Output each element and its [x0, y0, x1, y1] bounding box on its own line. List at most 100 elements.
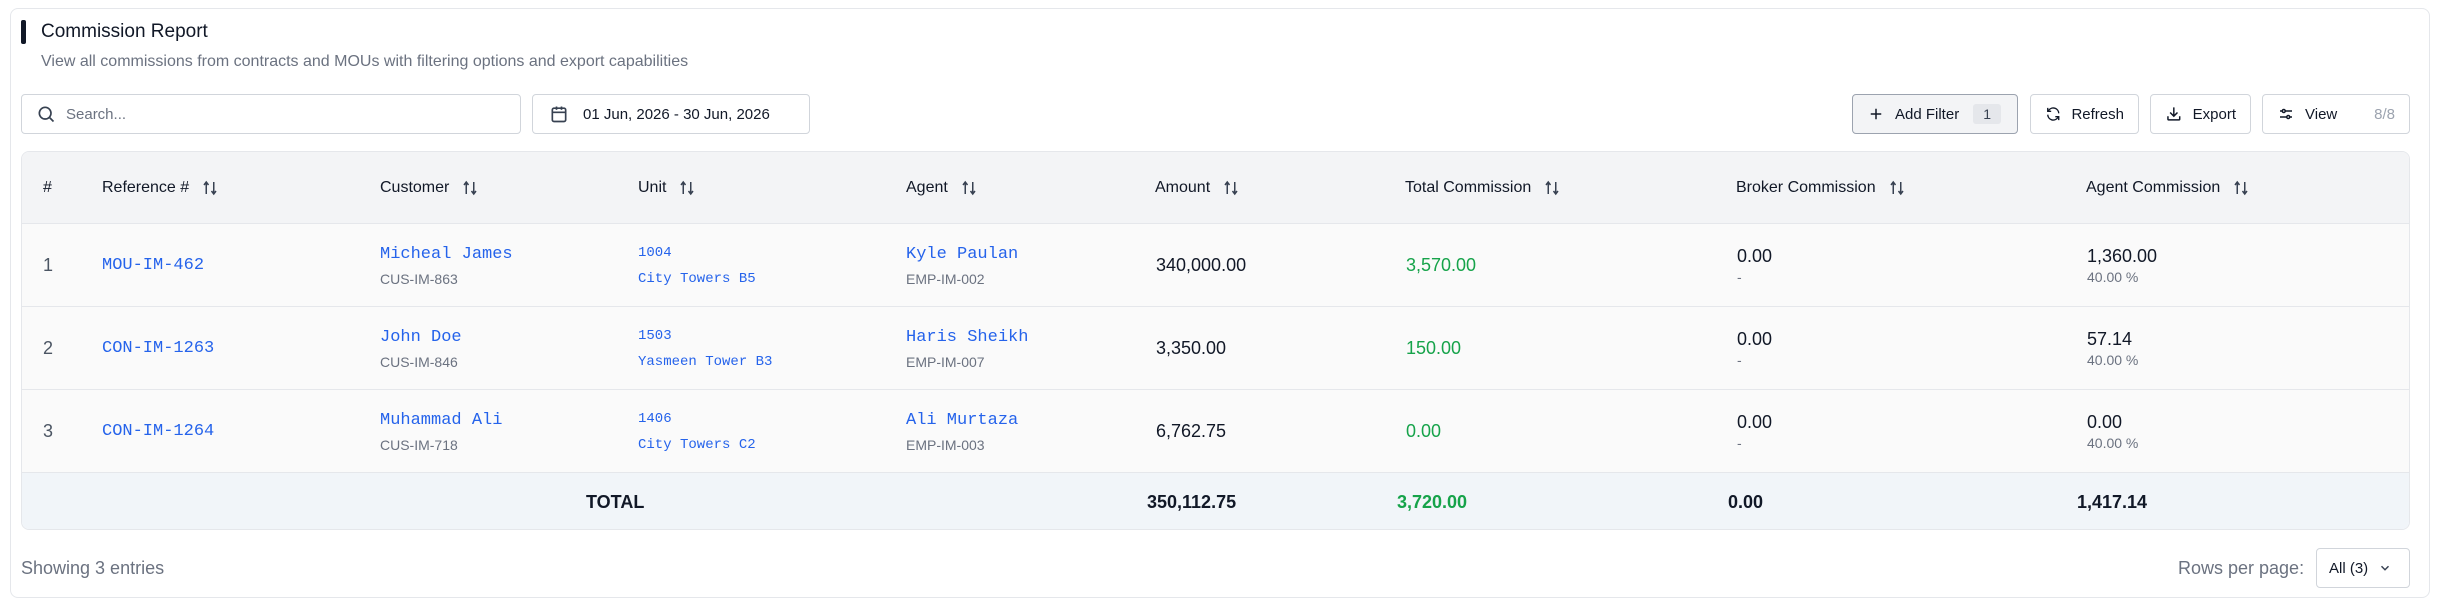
- column-header-label: Total Commission: [1405, 179, 1532, 196]
- totals-label: TOTAL: [586, 491, 645, 512]
- column-header-label: Reference #: [102, 179, 190, 196]
- sort-icon[interactable]: [2232, 179, 2250, 197]
- row-index: 3: [43, 421, 54, 441]
- date-range-picker[interactable]: 01 Jun, 2026 - 30 Jun, 2026: [532, 94, 810, 134]
- column-header-customer[interactable]: Customer: [380, 152, 479, 224]
- rows-per-page-label: Rows per page:: [2178, 558, 2305, 578]
- table-row[interactable]: 3 CON-IM-1264 Muhammad Ali CUS-IM-718 140…: [22, 390, 2409, 473]
- agent-id: EMP-IM-002: [906, 270, 985, 287]
- broker-commission-value: 0.00: [1737, 329, 1773, 349]
- total-commission-value: 150.00: [1406, 338, 1462, 358]
- date-range-label: 01 Jun, 2026 - 30 Jun, 2026: [583, 105, 770, 123]
- sort-icon[interactable]: [1888, 179, 1906, 197]
- column-header-label: Unit: [638, 179, 667, 196]
- page-subtitle: View all commissions from contracts and …: [41, 53, 689, 70]
- sort-icon[interactable]: [1543, 179, 1561, 197]
- agent-commission-percent: 40.00 %: [2087, 435, 2139, 451]
- sort-icon[interactable]: [678, 179, 696, 197]
- sliders-icon: [2280, 108, 2292, 120]
- totals-broker-commission: 0.00: [1728, 491, 1764, 512]
- page-title: Commission Report: [41, 21, 208, 42]
- title-row: Commission Report: [21, 20, 208, 44]
- amount-value: 3,350.00: [1156, 338, 1227, 358]
- unit-building-link[interactable]: City Towers C2: [638, 432, 756, 458]
- chevron-down-icon: [2381, 565, 2390, 571]
- row-index: 1: [43, 255, 54, 275]
- column-header-label: Broker Commission: [1736, 179, 1876, 196]
- unit-building-link[interactable]: City Towers B5: [638, 266, 756, 292]
- download-icon: [2167, 107, 2181, 121]
- rows-per-page-value: All (3): [2329, 559, 2369, 577]
- sort-icon[interactable]: [201, 179, 219, 197]
- search-box[interactable]: [21, 94, 521, 134]
- customer-id: CUS-IM-846: [380, 353, 458, 370]
- refresh-button[interactable]: Refresh: [2030, 94, 2139, 134]
- agent-commission-percent: 40.00 %: [2087, 269, 2139, 285]
- refresh-icon: [2047, 107, 2060, 121]
- column-header-amount[interactable]: Amount: [1155, 152, 1240, 224]
- broker-commission-sub: -: [1737, 435, 1742, 451]
- agent-id: EMP-IM-007: [906, 353, 985, 370]
- totals-row: TOTAL 350,112.75 3,720.00 0.00 1,417.14: [22, 473, 2409, 529]
- column-header-agent-commission[interactable]: Agent Commission: [2086, 152, 2250, 224]
- add-filter-label: Add Filter: [1895, 105, 1960, 123]
- total-commission-value: 3,570.00: [1406, 255, 1477, 275]
- amount-value: 340,000.00: [1156, 255, 1247, 275]
- agent-commission-percent: 40.00 %: [2087, 352, 2139, 368]
- broker-commission-sub: -: [1737, 269, 1742, 285]
- search-icon: [38, 106, 55, 123]
- customer-name-link[interactable]: Micheal James: [380, 245, 513, 264]
- unit-building-link[interactable]: Yasmeen Tower B3: [638, 349, 772, 375]
- table-row[interactable]: 1 MOU-IM-462 Micheal James CUS-IM-863 100…: [22, 224, 2409, 307]
- column-header-total-commission[interactable]: Total Commission: [1405, 152, 1561, 224]
- totals-amount: 350,112.75: [1147, 491, 1237, 512]
- amount-value: 6,762.75: [1156, 421, 1227, 441]
- unit-number-link[interactable]: 1004: [638, 240, 756, 266]
- view-columns-button[interactable]: View 8/8: [2262, 94, 2410, 134]
- title-accent-bar: [21, 20, 26, 44]
- column-header-broker-commission[interactable]: Broker Commission: [1736, 152, 1906, 224]
- unit-number-link[interactable]: 1406: [638, 406, 756, 432]
- agent-commission-value: 0.00: [2087, 412, 2123, 432]
- reference-link[interactable]: CON-IM-1263: [102, 339, 214, 358]
- visible-columns-count: 8/8: [2374, 105, 2395, 123]
- broker-commission-value: 0.00: [1737, 246, 1773, 266]
- sort-icon[interactable]: [461, 179, 479, 197]
- reference-link[interactable]: CON-IM-1264: [102, 422, 214, 441]
- export-button[interactable]: Export: [2150, 94, 2251, 134]
- agent-name-link[interactable]: Kyle Paulan: [906, 245, 1018, 264]
- column-header-index: #: [43, 152, 52, 224]
- add-filter-button[interactable]: Add Filter 1: [1852, 94, 2018, 134]
- agent-commission-value: 1,360.00: [2087, 246, 2158, 266]
- sort-icon[interactable]: [1222, 179, 1240, 197]
- totals-agent-commission: 1,417.14: [2077, 491, 2148, 512]
- column-header-unit[interactable]: Unit: [638, 152, 696, 224]
- export-label: Export: [2192, 105, 2236, 123]
- column-header-label: #: [43, 179, 52, 196]
- column-header-label: Amount: [1155, 179, 1211, 196]
- calendar-icon: [551, 106, 567, 123]
- table-row[interactable]: 2 CON-IM-1263 John Doe CUS-IM-846 1503 Yas…: [22, 307, 2409, 390]
- reference-link[interactable]: MOU-IM-462: [102, 256, 204, 275]
- column-header-label: Agent: [906, 179, 948, 196]
- customer-id: CUS-IM-863: [380, 270, 458, 287]
- filter-count-badge: 1: [1973, 104, 2001, 124]
- agent-name-link[interactable]: Ali Murtaza: [906, 411, 1018, 430]
- customer-name-link[interactable]: John Doe: [380, 328, 462, 347]
- commission-table: # Reference # Customer Unit Agent Amount…: [21, 151, 2410, 530]
- sort-icon[interactable]: [960, 179, 978, 197]
- column-header-agent[interactable]: Agent: [906, 152, 978, 224]
- column-header-reference[interactable]: Reference #: [102, 152, 219, 224]
- search-input[interactable]: [66, 105, 486, 123]
- column-header-label: Agent Commission: [2086, 179, 2221, 196]
- rows-per-page-select[interactable]: All (3): [2316, 548, 2410, 588]
- agent-name-link[interactable]: Haris Sheikh: [906, 328, 1028, 347]
- broker-commission-value: 0.00: [1737, 412, 1773, 432]
- row-index: 2: [43, 338, 54, 358]
- broker-commission-sub: -: [1737, 352, 1742, 368]
- customer-id: CUS-IM-718: [380, 436, 458, 453]
- totals-total-commission: 3,720.00: [1397, 491, 1468, 512]
- customer-name-link[interactable]: Muhammad Ali: [380, 411, 502, 430]
- agent-commission-value: 57.14: [2087, 329, 2133, 349]
- unit-number-link[interactable]: 1503: [638, 323, 772, 349]
